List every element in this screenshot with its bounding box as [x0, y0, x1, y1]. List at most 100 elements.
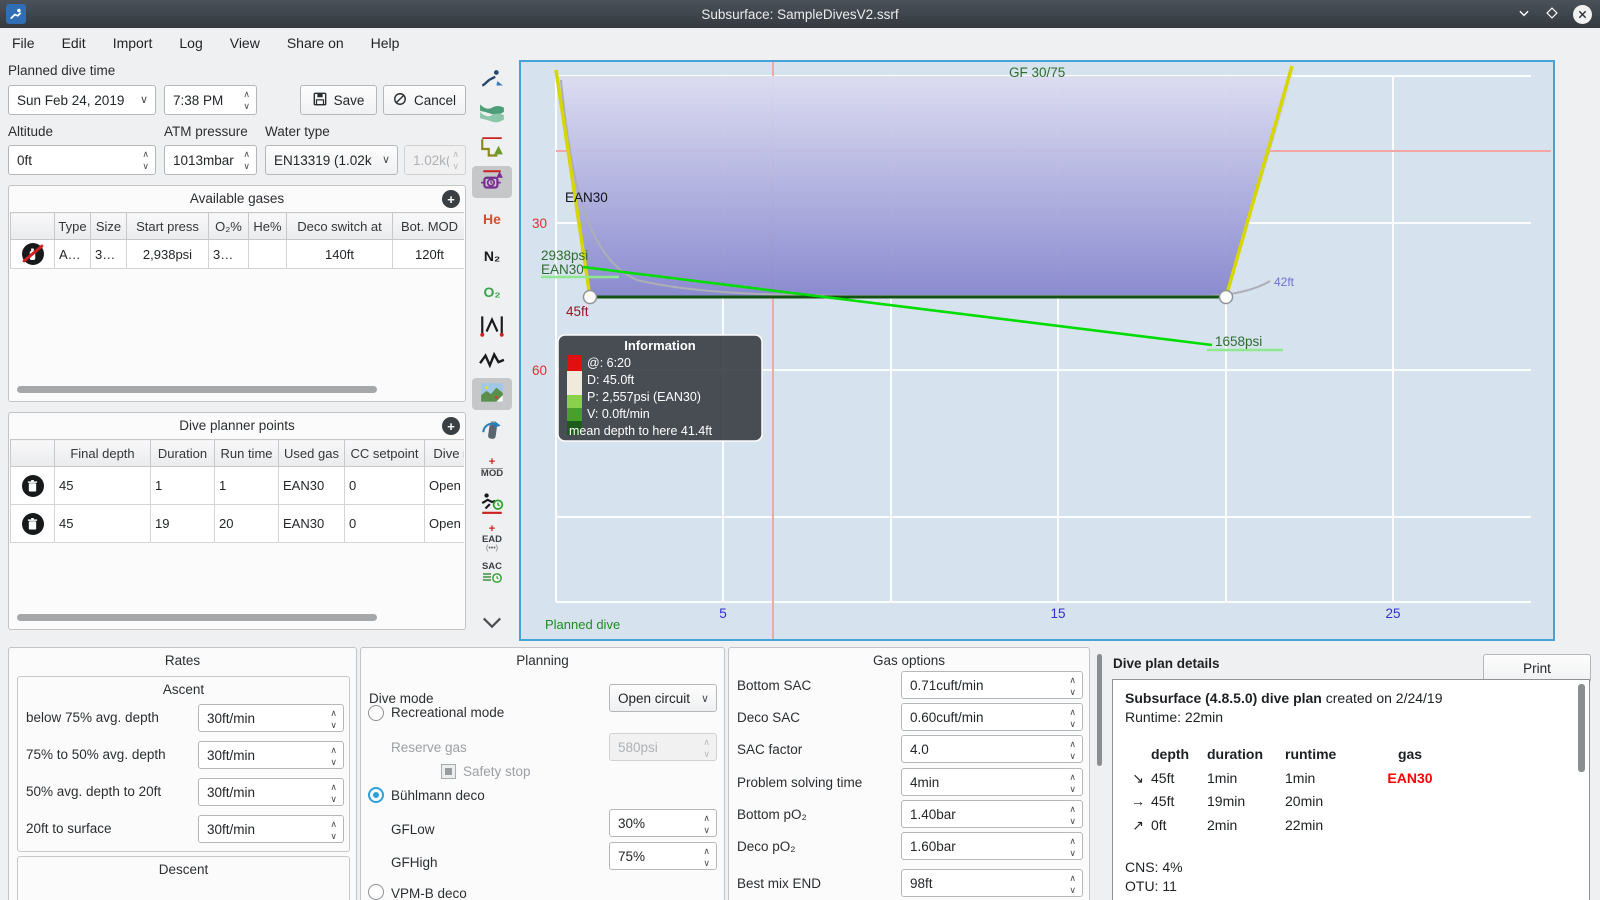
- gas-size[interactable]: 3…: [90, 239, 127, 269]
- toolbar-scroll-down-button[interactable]: [472, 608, 512, 640]
- minimize-icon[interactable]: [1517, 6, 1531, 23]
- spinner-arrows-icon[interactable]: ∧ ∨: [1069, 674, 1076, 698]
- buhlmann-deco-label[interactable]: Bühlmann deco: [391, 788, 485, 803]
- trash-icon[interactable]: [21, 474, 44, 497]
- menu-view[interactable]: View: [230, 35, 260, 51]
- spinner-arrows-icon[interactable]: ∧ ∨: [703, 845, 710, 869]
- toolbar-ceiling-button[interactable]: [472, 134, 512, 166]
- maximize-icon[interactable]: [1545, 6, 1559, 23]
- menu-help[interactable]: Help: [371, 35, 400, 51]
- col-he[interactable]: He%: [248, 212, 287, 240]
- gas-type[interactable]: A…: [54, 239, 91, 269]
- dive-profile-chart[interactable]: 30 60 5 15 25 GF 30/75 EAN30 2938psi EAN…: [519, 60, 1555, 641]
- gflow-stepper[interactable]: 30% ∧ ∨: [609, 809, 717, 837]
- menu-log[interactable]: Log: [179, 35, 202, 51]
- toolbar-waves-button[interactable]: [472, 98, 512, 130]
- water-type-select[interactable]: EN13319 (1.02k ∨: [265, 145, 398, 175]
- point-duration[interactable]: 1: [150, 466, 215, 505]
- menu-file[interactable]: File: [12, 35, 35, 51]
- point-depth[interactable]: 45: [54, 466, 151, 505]
- deco-po2-stepper[interactable]: 1.60bar ∧ ∨: [901, 832, 1083, 860]
- menu-share-on[interactable]: Share on: [287, 35, 344, 51]
- altitude-stepper[interactable]: 0ft ∧ ∨: [8, 145, 156, 175]
- col-final-depth[interactable]: Final depth: [54, 439, 151, 467]
- spinner-arrows-icon[interactable]: ∧ ∨: [330, 707, 337, 731]
- spinner-arrows-icon[interactable]: ∧ ∨: [330, 781, 337, 805]
- recreational-mode-label[interactable]: Recreational mode: [391, 705, 504, 720]
- add-point-button[interactable]: +: [442, 417, 460, 435]
- trash-icon[interactable]: [21, 512, 44, 535]
- spinner-arrows-icon[interactable]: ∧ ∨: [703, 812, 710, 836]
- vpmb-deco-radio[interactable]: [368, 884, 384, 900]
- gas-toggle-cell[interactable]: [10, 239, 55, 269]
- dive-plan-notes[interactable]: Subsurface (4.8.5.0) dive plan created o…: [1112, 679, 1590, 900]
- delete-point-cell[interactable]: [10, 504, 55, 543]
- spinner-arrows-icon[interactable]: ∧ ∨: [330, 744, 337, 768]
- spinner-arrows-icon[interactable]: ∧ ∨: [330, 818, 337, 842]
- col-start-press[interactable]: Start press: [126, 212, 209, 240]
- bottom-po2-stepper[interactable]: 1.40bar ∧ ∨: [901, 800, 1083, 828]
- menu-edit[interactable]: Edit: [62, 35, 86, 51]
- point-mode[interactable]: Open circuit: [424, 504, 464, 543]
- toolbar-calc-ceiling-button[interactable]: [472, 166, 512, 198]
- spinner-arrows-icon[interactable]: ∧ ∨: [142, 148, 149, 172]
- toolbar-edit-dive-button[interactable]: [472, 64, 512, 96]
- toolbar-mod-button[interactable]: + MOD: [472, 452, 512, 484]
- spinner-arrows-icon[interactable]: ∧ ∨: [1069, 803, 1076, 827]
- point-setpoint[interactable]: 0: [344, 504, 425, 543]
- col-cc-setpoint[interactable]: CC setpoint: [344, 439, 425, 467]
- col-deco-switch[interactable]: Deco switch at: [286, 212, 393, 240]
- point-runtime[interactable]: 1: [214, 466, 279, 505]
- gases-horizontal-scrollbar[interactable]: [17, 386, 377, 393]
- col-duration[interactable]: Duration: [150, 439, 215, 467]
- deco-sac-stepper[interactable]: 0.60cuft/min ∧ ∨: [901, 703, 1083, 731]
- gas-deco-switch[interactable]: 140ft: [286, 239, 393, 269]
- spinner-arrows-icon[interactable]: ∧ ∨: [1069, 872, 1076, 896]
- point-gas[interactable]: EAN30: [278, 466, 345, 505]
- col-run-time[interactable]: Run time: [214, 439, 279, 467]
- toolbar-sac-button[interactable]: SAC: [472, 558, 512, 590]
- spinner-arrows-icon[interactable]: ∧ ∨: [1069, 771, 1076, 795]
- toolbar-o2-button[interactable]: O₂: [472, 276, 512, 308]
- spinner-arrows-icon[interactable]: ∧ ∨: [1069, 706, 1076, 730]
- dive-time-stepper[interactable]: 7:38 PM ∧ ∨: [164, 85, 257, 115]
- point-depth[interactable]: 45: [54, 504, 151, 543]
- problem-time-stepper[interactable]: 4min ∧ ∨: [901, 768, 1083, 796]
- toolbar-heartrate-button[interactable]: [472, 346, 512, 378]
- gfhigh-stepper[interactable]: 75% ∧ ∨: [609, 842, 717, 870]
- toolbar-he-button[interactable]: He: [472, 203, 512, 235]
- point-setpoint[interactable]: 0: [344, 466, 425, 505]
- best-mix-end-stepper[interactable]: 98ft ∧ ∨: [901, 869, 1083, 897]
- save-button[interactable]: Save: [300, 85, 377, 115]
- recreational-mode-radio[interactable]: [368, 705, 384, 721]
- profile-handle-start[interactable]: [582, 289, 598, 305]
- ascent-rate-stepper-1[interactable]: 30ft/min ∧ ∨: [198, 704, 344, 732]
- spinner-arrows-icon[interactable]: ∧ ∨: [243, 148, 250, 172]
- add-gas-button[interactable]: +: [442, 190, 460, 208]
- profile-handle-end[interactable]: [1218, 289, 1234, 305]
- toolbar-n2-button[interactable]: N₂: [472, 240, 512, 272]
- spinner-arrows-icon[interactable]: ∧ ∨: [1069, 738, 1076, 762]
- col-size[interactable]: Size: [90, 212, 127, 240]
- dive-mode-select[interactable]: Open circuit ∨: [609, 684, 717, 712]
- close-icon[interactable]: [1573, 4, 1592, 24]
- point-runtime[interactable]: 20: [214, 504, 279, 543]
- col-bot-mod[interactable]: Bot. MOD: [392, 212, 464, 240]
- atm-pressure-stepper[interactable]: 1013mbar ∧ ∨: [164, 145, 257, 175]
- col-dive-mode[interactable]: Dive mode: [424, 439, 464, 467]
- dive-date-select[interactable]: Sun Feb 24, 2019 ∨: [8, 85, 156, 115]
- gas-o2[interactable]: 3…: [208, 239, 249, 269]
- delete-point-cell[interactable]: [10, 466, 55, 505]
- points-horizontal-scrollbar[interactable]: [17, 614, 377, 621]
- toolbar-ead-button[interactable]: + EAD (•••): [472, 522, 512, 554]
- bottom-pane-scrollbar[interactable]: [1097, 654, 1102, 766]
- toolbar-dc-runtime-button[interactable]: [472, 487, 512, 519]
- ascent-rate-stepper-4[interactable]: 30ft/min ∧ ∨: [198, 815, 344, 843]
- ascent-rate-stepper-2[interactable]: 30ft/min ∧ ∨: [198, 741, 344, 769]
- ascent-rate-stepper-3[interactable]: 30ft/min ∧ ∨: [198, 778, 344, 806]
- bottom-sac-stepper[interactable]: 0.71cuft/min ∧ ∨: [901, 671, 1083, 699]
- toolbar-bailout-button[interactable]: [472, 415, 512, 447]
- toolbar-photos-button[interactable]: [472, 378, 512, 410]
- vpmb-deco-label[interactable]: VPM-B deco: [391, 886, 467, 900]
- spinner-arrows-icon[interactable]: ∧ ∨: [243, 88, 250, 112]
